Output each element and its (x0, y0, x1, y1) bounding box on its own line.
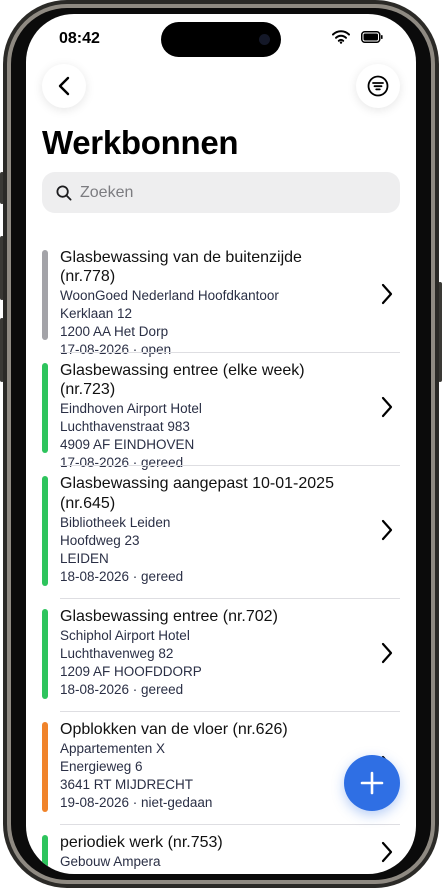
list-item-title: (nr.645) (60, 495, 116, 512)
search-input[interactable]: Zoeken (42, 172, 400, 213)
list-item-date-status: 18-08-2026 · gereed (60, 682, 184, 697)
list-item[interactable]: periodiek werk (nr.753) Gebouw Ampera (26, 825, 416, 874)
status-indicator (42, 722, 48, 812)
list-item-title: Glasbewassing aangepast 10-01-2025 (60, 475, 334, 492)
list-item-detail: LEIDEN (60, 551, 109, 566)
phone-device: 08:42 Werkbonnen Zoeken Glasbewassing va… (0, 0, 442, 888)
list-item-detail: 1209 AF HOOFDDORP (60, 664, 202, 679)
plus-icon (360, 771, 384, 795)
battery-icon (361, 31, 383, 43)
add-workorder-button[interactable] (344, 755, 400, 811)
list-item-detail: Gebouw Ampera (60, 854, 161, 869)
list-item[interactable]: Glasbewassing entree (elke week) (nr.723… (26, 353, 416, 470)
list-item-title: Opblokken van de vloer (nr.626) (60, 721, 288, 738)
chevron-right-icon (381, 283, 393, 305)
list-item-detail: Luchthavenweg 82 (60, 646, 174, 661)
chevron-right-icon (381, 396, 393, 418)
list-item-detail: Eindhoven Airport Hotel (60, 401, 202, 416)
chevron-right-icon (381, 519, 393, 541)
list-item-title: Glasbewassing van de buitenzijde (nr.778… (60, 249, 302, 285)
list-item-detail: Luchthavenstraat 983 (60, 419, 190, 434)
dynamic-island (161, 22, 281, 57)
list-item-detail: 1200 AA Het Dorp (60, 324, 169, 339)
status-time: 08:42 (59, 30, 100, 47)
list-item-content: Glasbewassing entree (nr.702) Schiphol Ai… (60, 607, 360, 699)
camera-icon (259, 34, 270, 45)
status-indicator (42, 363, 48, 453)
list-item-detail: Appartementen X (60, 741, 166, 756)
list-item[interactable]: Glasbewassing aangepast 10-01-2025 (nr.64… (26, 466, 416, 598)
list-item-detail: Energieweg 6 (60, 759, 143, 774)
status-indicator (42, 609, 48, 699)
chevron-right-icon (381, 841, 393, 863)
list-item[interactable]: Glasbewassing entree (nr.702) Schiphol Ai… (26, 599, 416, 711)
list-item-detail: WoonGoed Nederland Hoofdkantoor (60, 288, 279, 303)
list-item-title: Glasbewassing entree (nr.702) (60, 608, 278, 625)
page-title: Werkbonnen (42, 124, 239, 161)
list-item-content: Glasbewassing aangepast 10-01-2025 (nr.64… (60, 474, 360, 586)
list-item-content: periodiek werk (nr.753) Gebouw Ampera (60, 833, 360, 871)
status-bar: 08:42 (26, 14, 416, 62)
list-item-date-status: 18-08-2026 · gereed (60, 569, 184, 584)
status-indicator (42, 476, 48, 586)
back-button[interactable] (42, 64, 86, 108)
list-item-detail: Hoofdweg 23 (60, 533, 140, 548)
status-indicator (42, 835, 48, 871)
chevron-left-icon (58, 76, 70, 96)
wifi-icon (332, 30, 350, 44)
list-item-detail: Kerklaan 12 (60, 306, 133, 321)
list-item[interactable]: Glasbewassing van de buitenzijde (nr.778… (26, 240, 416, 357)
screen: 08:42 Werkbonnen Zoeken Glasbewassing va… (26, 14, 416, 874)
filter-icon (367, 75, 389, 97)
list-item-title: periodiek werk (nr.753) (60, 834, 223, 851)
list-item-content: Opblokken van de vloer (nr.626) Apparteme… (60, 720, 360, 812)
list-item-detail: 4909 AF EINDHOVEN (60, 437, 195, 452)
filter-button[interactable] (356, 64, 400, 108)
list-item-detail: Schiphol Airport Hotel (60, 628, 190, 643)
list-item-detail: 3641 RT MIJDRECHT (60, 777, 194, 792)
status-indicator (42, 250, 48, 340)
list-item-content: Glasbewassing van de buitenzijde (nr.778… (60, 248, 360, 359)
chevron-right-icon (381, 642, 393, 664)
search-icon (56, 185, 72, 201)
list-item-date-status: 19-08-2026 · niet-gedaan (60, 795, 213, 810)
search-placeholder: Zoeken (80, 183, 134, 201)
list-item-content: Glasbewassing entree (elke week) (nr.723… (60, 361, 360, 472)
list-item-title: Glasbewassing entree (elke week) (nr.723… (60, 362, 305, 398)
list-item-detail: Bibliotheek Leiden (60, 515, 171, 530)
